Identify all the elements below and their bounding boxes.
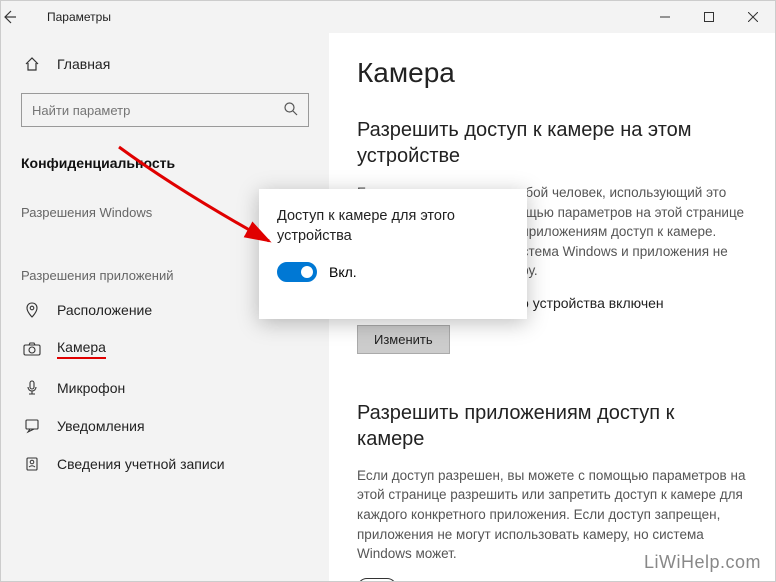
- sidebar-item-notifications[interactable]: Уведомления: [1, 407, 329, 445]
- page-title: Камера: [357, 57, 747, 89]
- change-button[interactable]: Изменить: [357, 325, 450, 354]
- section-heading-device: Разрешить доступ к камере на этом устрой…: [357, 117, 747, 169]
- sidebar-item-camera[interactable]: Камера: [1, 329, 329, 369]
- sidebar-item-label: Сведения учетной записи: [57, 456, 225, 472]
- sidebar-item-label: Камера: [57, 339, 106, 359]
- titlebar: Параметры: [1, 1, 775, 33]
- watermark: LiWiHelp.com: [644, 552, 761, 573]
- device-access-popup: Доступ к камере для этого устройства Вкл…: [259, 189, 527, 319]
- toggle-label: Откл.: [409, 580, 445, 581]
- sidebar-item-microphone[interactable]: Микрофон: [1, 369, 329, 407]
- sidebar-item-label: Микрофон: [57, 380, 125, 396]
- window-title: Параметры: [47, 10, 111, 24]
- home-icon: [21, 55, 43, 73]
- apps-access-toggle[interactable]: Откл.: [357, 578, 747, 581]
- search-input[interactable]: [21, 93, 309, 127]
- location-icon: [21, 301, 43, 319]
- annotation-arrow: [109, 141, 299, 271]
- popup-title: Доступ к камере для этого устройства: [277, 207, 509, 246]
- sidebar-home-label: Главная: [57, 56, 110, 72]
- search-icon: [283, 101, 299, 117]
- section-desc-apps: Если доступ разрешен, вы можете с помощь…: [357, 466, 747, 564]
- sidebar-item-label: Уведомления: [57, 418, 145, 434]
- toggle-label: Вкл.: [329, 264, 357, 280]
- section-heading-apps: Разрешить приложениям доступ к камере: [357, 400, 747, 452]
- sidebar-item-label: Расположение: [57, 302, 152, 318]
- camera-icon: [21, 340, 43, 358]
- toggle-switch[interactable]: [357, 578, 397, 581]
- device-access-toggle[interactable]: Вкл.: [277, 262, 509, 282]
- microphone-icon: [21, 379, 43, 397]
- window-controls: [643, 1, 775, 33]
- minimize-button[interactable]: [643, 1, 687, 33]
- sidebar-home[interactable]: Главная: [1, 45, 329, 83]
- notifications-icon: [21, 417, 43, 435]
- account-icon: [21, 455, 43, 473]
- maximize-button[interactable]: [687, 1, 731, 33]
- search-wrap: [21, 93, 309, 127]
- back-button[interactable]: [1, 9, 41, 25]
- settings-window: Параметры Главная Конфиденциальность: [0, 0, 776, 582]
- sidebar-item-account[interactable]: Сведения учетной записи: [1, 445, 329, 483]
- close-button[interactable]: [731, 1, 775, 33]
